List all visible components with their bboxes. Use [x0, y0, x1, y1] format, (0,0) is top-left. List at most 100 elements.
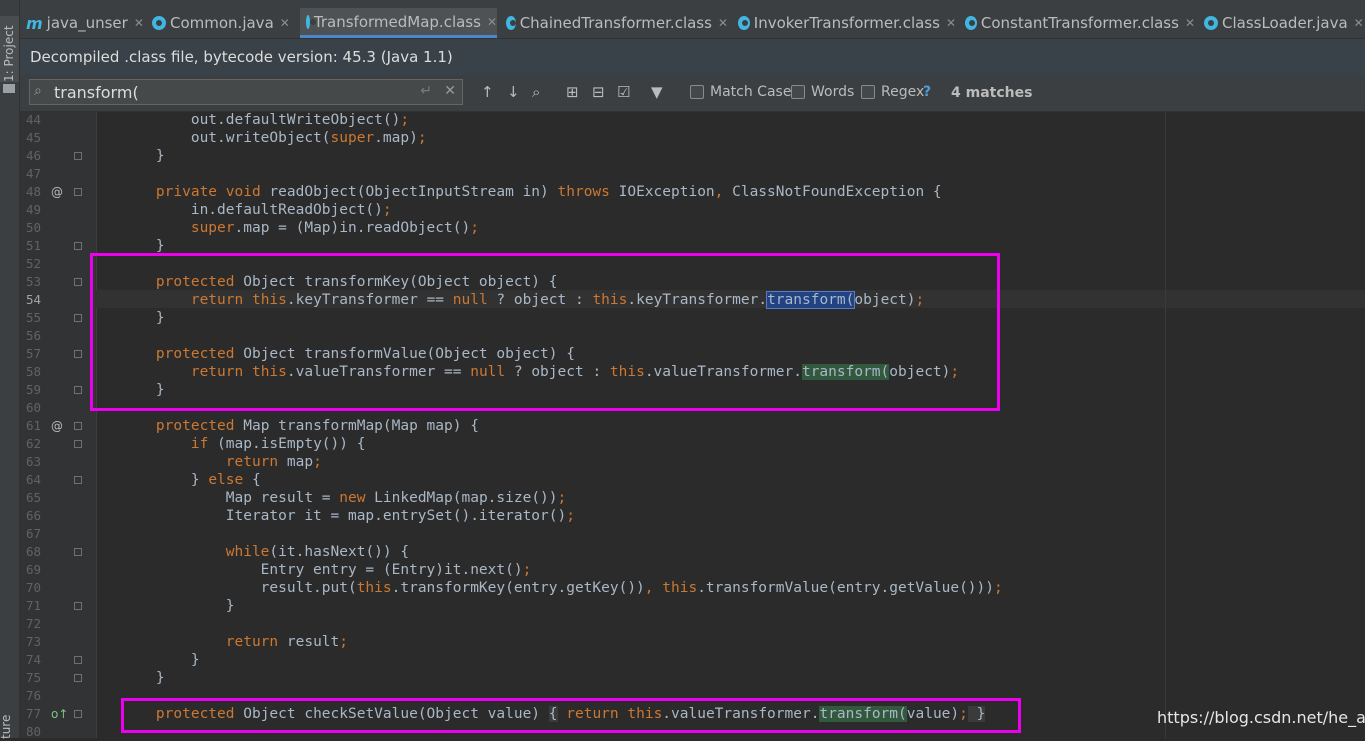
class-icon — [1204, 16, 1218, 30]
clear-icon[interactable]: ✕ — [444, 83, 456, 99]
line-number: 53 — [25, 274, 41, 289]
tab-label: TransformedMap.class — [313, 12, 481, 31]
tab-invokertransformer-class[interactable]: InvokerTransformer.class ✕ — [732, 8, 956, 38]
annotation-box-transform-methods — [90, 253, 1000, 411]
search-icon[interactable]: ⌕ — [34, 83, 42, 99]
select-all-occurrences-icon[interactable]: ☑ — [617, 83, 630, 101]
line-number: 69 — [25, 562, 41, 577]
close-icon[interactable]: ✕ — [1185, 16, 1195, 30]
tab-label: ChainedTransformer.class — [519, 14, 712, 32]
tab-java-unser[interactable]: m java_unser ✕ — [20, 8, 144, 38]
code-text: } — [121, 670, 165, 686]
match-count: 4 matches — [951, 85, 1033, 101]
match-case-checkbox[interactable]: Match Case — [690, 84, 791, 100]
close-icon[interactable]: ✕ — [718, 16, 728, 30]
line-number: 46 — [25, 148, 41, 163]
override-marker-icon[interactable]: @ — [51, 417, 63, 435]
code-line: 48 @ private void readObject(ObjectInputS… — [20, 183, 1350, 201]
code-text: Map result = new LinkedMap(map.size()); — [121, 490, 567, 506]
line-number: 66 — [25, 508, 41, 523]
project-tool-button[interactable]: 1: Project — [0, 16, 19, 82]
watermark: https://blog.csdn.net/he_and — [1157, 708, 1365, 727]
fold-marker-icon[interactable] — [74, 386, 82, 394]
next-occurrence-icon[interactable]: ↓ — [507, 83, 520, 101]
tab-chainedtransformer-class[interactable]: ChainedTransformer.class ✕ — [500, 8, 728, 38]
close-icon[interactable]: ✕ — [134, 16, 144, 30]
code-line: 72 — [20, 615, 1350, 633]
code-text: protected Map transformMap(Map map) { — [155, 418, 479, 434]
filter-icon[interactable]: ▼ — [651, 83, 663, 101]
fold-marker-icon[interactable] — [74, 188, 82, 196]
fold-marker-icon[interactable] — [74, 476, 82, 484]
code-text: } else { — [121, 472, 261, 488]
checkbox-box — [861, 85, 875, 99]
close-icon[interactable]: ✕ — [280, 16, 290, 30]
fold-marker-icon[interactable] — [74, 242, 82, 250]
line-number: 56 — [25, 328, 41, 343]
search-input[interactable] — [54, 81, 414, 103]
line-number: 76 — [25, 688, 41, 703]
line-number: 47 — [25, 166, 41, 181]
code-line: 49 in.defaultReadObject(); — [20, 201, 1350, 219]
fold-marker-icon[interactable] — [74, 440, 82, 448]
project-tool-label: 1: Project — [2, 25, 16, 82]
close-icon[interactable]: ✕ — [1354, 16, 1364, 30]
tool-window-strip: 1: Project ture — [0, 0, 20, 739]
line-number: 68 — [25, 544, 41, 559]
structure-tool-label[interactable]: ture — [0, 699, 13, 739]
tab-label: ConstantTransformer.class — [980, 14, 1179, 32]
line-number: 51 — [25, 238, 41, 253]
line-number: 50 — [25, 220, 41, 235]
tab-transformedmap-class[interactable]: TransformedMap.class ✕ — [300, 8, 497, 38]
fold-marker-icon[interactable] — [74, 350, 82, 358]
code-text: } — [121, 148, 165, 164]
tab-label: InvokerTransformer.class — [753, 14, 940, 32]
line-number: 62 — [25, 436, 41, 451]
code-line: 46 } — [20, 147, 1350, 165]
tab-classloader-java[interactable]: ClassLoader.java ✕ — [1198, 8, 1365, 38]
fold-marker-icon[interactable] — [74, 674, 82, 682]
code-text: return map; — [225, 454, 322, 470]
line-number: 73 — [25, 634, 41, 649]
code-line: 45 out.writeObject(super.map); — [20, 129, 1350, 147]
banner-text: Decompiled .class file, bytecode version… — [30, 48, 453, 66]
line-number: 48 — [25, 184, 41, 199]
code-text: while(it.hasNext()) { — [225, 544, 410, 560]
fold-marker-icon[interactable] — [74, 278, 82, 286]
search-box[interactable]: ⌕ ↵ ✕ — [29, 79, 463, 105]
regex-label: Regex — [881, 84, 925, 100]
line-number: 72 — [25, 616, 41, 631]
folder-icon[interactable] — [3, 84, 15, 93]
close-icon[interactable]: ✕ — [946, 16, 956, 30]
line-number: 55 — [25, 310, 41, 325]
tab-constanttransformer-class[interactable]: ConstantTransformer.class ✕ — [959, 8, 1195, 38]
regex-checkbox[interactable]: Regex — [861, 84, 924, 100]
fold-marker-icon[interactable] — [74, 602, 82, 610]
tab-common-java[interactable]: Common.java ✕ — [146, 8, 298, 38]
override-marker-icon[interactable]: @ — [51, 183, 63, 201]
fold-marker-icon[interactable] — [74, 548, 82, 556]
fold-marker-icon[interactable] — [74, 314, 82, 322]
fold-marker-icon[interactable] — [74, 422, 82, 430]
add-occurrence-icon[interactable]: ⊞ — [566, 83, 579, 101]
remove-occurrence-icon[interactable]: ⊟ — [592, 83, 605, 101]
words-checkbox[interactable]: Words — [791, 84, 854, 100]
line-number: 75 — [25, 670, 41, 685]
line-number: 67 — [25, 526, 41, 541]
find-all-icon[interactable]: ⌕ — [532, 83, 540, 101]
fold-marker-icon[interactable] — [74, 152, 82, 160]
implements-marker-icon[interactable]: o↑ — [51, 705, 68, 723]
fold-marker-icon[interactable] — [74, 710, 82, 718]
regex-help-icon[interactable]: ? — [923, 84, 931, 100]
line-number: 63 — [25, 454, 41, 469]
code-text: out.writeObject(super.map); — [121, 130, 427, 146]
code-editor[interactable]: 44 out.defaultWriteObject(); 45 out.write… — [20, 112, 1365, 739]
fold-marker-icon[interactable] — [74, 656, 82, 664]
find-bar: ⌕ ↵ ✕ ↑ ↓ ⌕ ⊞ ⊟ ☑ ▼ Match Case Words Reg… — [20, 75, 1365, 112]
tab-label: java_unser — [46, 14, 128, 32]
code-line: 66 Iterator it = map.entrySet().iterator… — [20, 507, 1350, 525]
code-line: 70 result.put(this.transformKey(entry.ge… — [20, 579, 1350, 597]
previous-occurrence-icon[interactable]: ↑ — [481, 83, 494, 101]
line-number: 77 — [25, 706, 41, 721]
close-icon[interactable]: ✕ — [487, 15, 497, 29]
